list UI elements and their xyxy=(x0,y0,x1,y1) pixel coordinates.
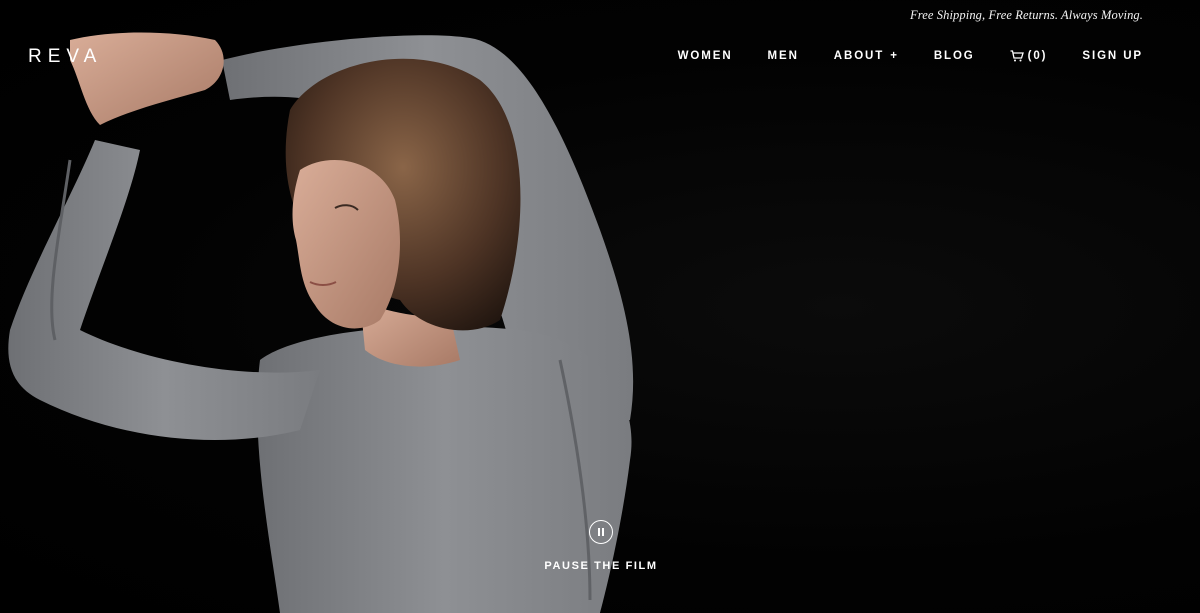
pause-film-button[interactable]: PAUSE THE FILM xyxy=(544,520,656,572)
brand-logo[interactable]: REVA xyxy=(28,46,102,68)
cart-count: (0) xyxy=(1027,50,1048,62)
main-nav: WOMEN MEN ABOUT + BLOG (0) SIGN UP xyxy=(678,50,1143,62)
cart-icon xyxy=(1010,50,1024,62)
nav-about-label: ABOUT xyxy=(833,50,885,62)
nav-cart[interactable]: (0) xyxy=(1010,50,1048,62)
promo-banner: Free Shipping, Free Returns. Always Movi… xyxy=(910,8,1143,22)
nav-signup[interactable]: SIGN UP xyxy=(1082,50,1143,62)
nav-men[interactable]: MEN xyxy=(768,50,799,62)
pause-icon[interactable] xyxy=(589,520,613,544)
nav-blog-label: BLOG xyxy=(933,50,975,62)
pause-film-label: PAUSE THE FILM xyxy=(544,560,658,572)
nav-signup-label: SIGN UP xyxy=(1082,50,1143,62)
nav-women-label: WOMEN xyxy=(677,50,733,62)
nav-men-label: MEN xyxy=(767,50,799,62)
nav-blog[interactable]: BLOG xyxy=(934,50,975,62)
nav-about[interactable]: ABOUT + xyxy=(834,50,899,62)
nav-women[interactable]: WOMEN xyxy=(678,50,733,62)
plus-icon: + xyxy=(890,50,899,62)
